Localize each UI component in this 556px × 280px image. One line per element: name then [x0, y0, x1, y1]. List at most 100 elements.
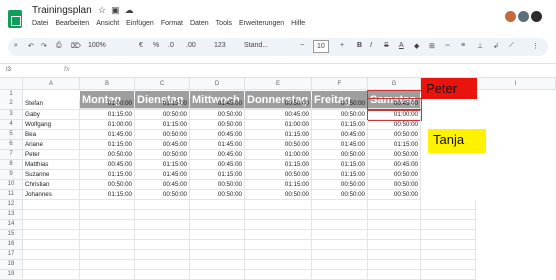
empty-cell[interactable]: [23, 250, 80, 260]
fill-color-icon[interactable]: ◆: [414, 42, 419, 50]
table-cell[interactable]: 01:45:00: [135, 170, 190, 180]
font-family-select[interactable]: Stand...: [244, 42, 268, 49]
table-cell[interactable]: 01:15:00: [135, 99, 190, 110]
paint-format-icon[interactable]: ⌦: [71, 42, 81, 50]
align-icon[interactable]: ≡: [461, 42, 465, 49]
currency-button[interactable]: €: [139, 42, 143, 49]
menu-item[interactable]: Datei: [32, 20, 48, 27]
empty-cell[interactable]: [312, 200, 368, 210]
table-cell[interactable]: 00:50:00: [368, 120, 421, 130]
empty-cell[interactable]: [135, 200, 190, 210]
empty-cell[interactable]: [80, 220, 135, 230]
column-header[interactable]: F: [312, 78, 368, 90]
name-box[interactable]: I3: [6, 67, 11, 73]
table-cell[interactable]: 01:15:00: [245, 130, 312, 140]
row-header[interactable]: 6: [0, 140, 23, 150]
star-icon[interactable]: ☆: [98, 5, 106, 15]
row-header[interactable]: 13: [0, 210, 23, 220]
empty-cell[interactable]: [135, 230, 190, 240]
borders-icon[interactable]: ⊞: [429, 42, 435, 50]
table-cell[interactable]: Matthias: [23, 160, 80, 170]
table-cell[interactable]: 01:15:00: [312, 120, 368, 130]
table-cell[interactable]: 01:00:00: [245, 120, 312, 130]
empty-cell[interactable]: [421, 210, 476, 220]
table-cell[interactable]: 01:15:00: [135, 160, 190, 170]
row-header[interactable]: 15: [0, 230, 23, 240]
decrease-font-size-icon[interactable]: −: [300, 42, 304, 49]
empty-cell[interactable]: [312, 230, 368, 240]
table-cell[interactable]: Wolfgang: [23, 120, 80, 130]
table-cell[interactable]: 00:45:00: [80, 160, 135, 170]
row-header[interactable]: 11: [0, 190, 23, 200]
empty-cell[interactable]: [421, 270, 476, 280]
row-header[interactable]: 19: [0, 270, 23, 280]
empty-cell[interactable]: [135, 210, 190, 220]
table-cell[interactable]: 00:50:00: [80, 180, 135, 190]
row-header[interactable]: 4: [0, 120, 23, 130]
empty-cell[interactable]: [421, 200, 476, 210]
empty-cell[interactable]: [421, 250, 476, 260]
menu-item[interactable]: Ansicht: [96, 20, 119, 27]
empty-cell[interactable]: [421, 240, 476, 250]
empty-cell[interactable]: [80, 270, 135, 280]
empty-cell[interactable]: [312, 260, 368, 270]
table-cell[interactable]: Stefan: [23, 99, 80, 110]
table-cell[interactable]: 01:15:00: [312, 170, 368, 180]
folder-icon[interactable]: ▣: [111, 5, 120, 15]
table-cell[interactable]: Johannes: [23, 190, 80, 200]
empty-cell[interactable]: [80, 200, 135, 210]
table-cell[interactable]: 01:15:00: [245, 160, 312, 170]
bold-button[interactable]: B: [357, 42, 362, 49]
cloud-icon[interactable]: ☁: [125, 5, 134, 15]
empty-cell[interactable]: [421, 220, 476, 230]
strikethrough-button[interactable]: S: [384, 42, 389, 49]
empty-cell[interactable]: [23, 270, 80, 280]
table-cell[interactable]: 00:50:00: [368, 150, 421, 160]
empty-cell[interactable]: [245, 230, 312, 240]
table-cell[interactable]: 01:45:00: [80, 130, 135, 140]
avatar[interactable]: [505, 11, 516, 22]
percent-button[interactable]: %: [153, 42, 159, 49]
empty-cell[interactable]: [23, 220, 80, 230]
table-cell[interactable]: 01:15:00: [80, 140, 135, 150]
empty-cell[interactable]: [368, 260, 421, 270]
spreadsheet-grid[interactable]: ABCDEFGHI12345678910111213141516171819Mo…: [0, 78, 556, 280]
menu-item[interactable]: Tools: [216, 20, 232, 27]
table-cell[interactable]: 00:50:00: [368, 130, 421, 140]
table-cell[interactable]: 00:45:00: [190, 130, 245, 140]
empty-cell[interactable]: [135, 220, 190, 230]
table-cell[interactable]: 00:50:00: [312, 180, 368, 190]
vertical-align-icon[interactable]: ⊥: [477, 42, 483, 50]
table-cell[interactable]: 00:50:00: [190, 190, 245, 200]
empty-cell[interactable]: [135, 270, 190, 280]
table-cell[interactable]: 00:50:00: [368, 180, 421, 190]
column-header[interactable]: D: [190, 78, 245, 90]
increase-decimals-button[interactable]: .00: [186, 42, 196, 49]
column-header[interactable]: E: [245, 78, 312, 90]
empty-cell[interactable]: [245, 240, 312, 250]
table-cell[interactable]: 01:15:00: [135, 120, 190, 130]
decrease-decimals-button[interactable]: .0: [168, 42, 174, 49]
table-cell[interactable]: Christian: [23, 180, 80, 190]
more-tools-icon[interactable]: ⋮: [532, 42, 539, 50]
table-cell[interactable]: 01:00:00: [80, 120, 135, 130]
empty-cell[interactable]: [23, 260, 80, 270]
zoom-select[interactable]: 100%: [88, 42, 106, 49]
empty-cell[interactable]: [368, 200, 421, 210]
menu-item[interactable]: Format: [161, 20, 183, 27]
increase-font-size-icon[interactable]: +: [340, 42, 344, 49]
empty-cell[interactable]: [245, 270, 312, 280]
table-cell[interactable]: 00:50:00: [190, 110, 245, 120]
redo-icon[interactable]: ↷: [41, 42, 47, 50]
table-cell[interactable]: 01:00:00: [367, 109, 422, 121]
empty-cell[interactable]: [190, 220, 245, 230]
table-cell[interactable]: 00:50:00: [135, 190, 190, 200]
empty-cell[interactable]: [135, 240, 190, 250]
row-header[interactable]: 2: [0, 99, 23, 110]
text-color-button[interactable]: A: [399, 42, 404, 49]
column-header[interactable]: I: [476, 78, 556, 90]
table-cell[interactable]: 01:15:00: [80, 110, 135, 120]
table-cell[interactable]: 01:00:00: [245, 150, 312, 160]
menu-item[interactable]: Hilfe: [291, 20, 305, 27]
empty-cell[interactable]: [80, 260, 135, 270]
